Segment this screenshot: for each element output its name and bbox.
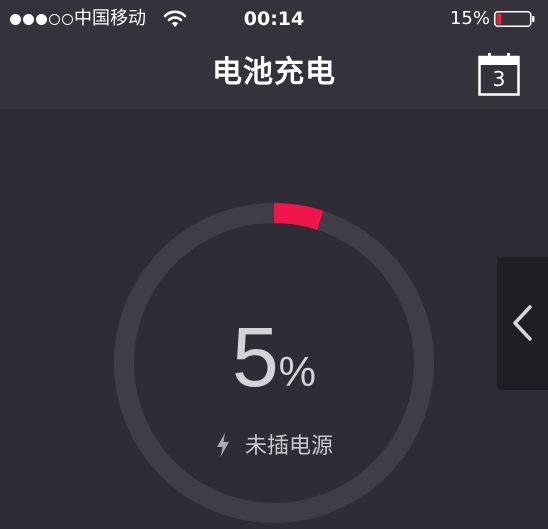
page-title: 电池充电 <box>212 55 336 90</box>
battery-panel: 5% 未插电源 <box>0 109 548 529</box>
battery-level-value: 5 <box>231 310 279 404</box>
status-bar: 中国移动 00:14 15% <box>0 0 548 38</box>
side-drawer-tab[interactable] <box>497 257 548 390</box>
battery-percentage: 15% <box>449 8 490 29</box>
battery-icon <box>494 11 535 27</box>
chevron-left-icon <box>513 305 532 341</box>
calendar-day: 3 <box>492 67 506 91</box>
screen: 中国移动 00:14 15% 电池充电 3 5% 未插电源 <box>0 0 548 529</box>
battery-level-unit: % <box>278 348 317 395</box>
lightning-bolt-icon <box>216 433 229 457</box>
navigation-bar: 电池充电 3 <box>0 38 548 109</box>
charging-status: 未插电源 <box>0 432 548 462</box>
charging-status-label: 未插电源 <box>244 434 333 459</box>
calendar-button[interactable]: 3 <box>478 52 520 96</box>
battery-level-readout: 5% <box>0 309 548 420</box>
